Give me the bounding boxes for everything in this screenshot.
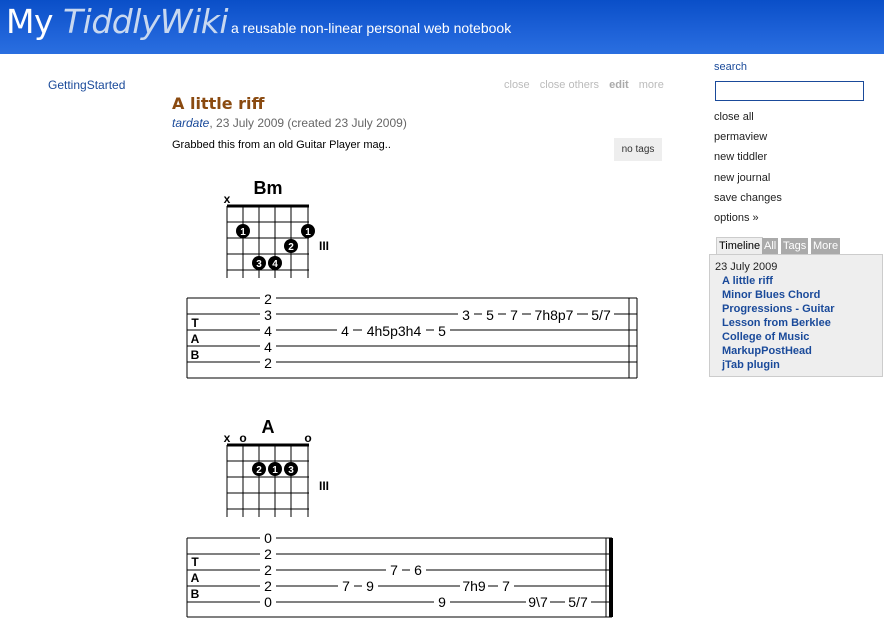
tab2-letters: T A B	[191, 555, 200, 601]
tab1-note: 5	[438, 323, 446, 339]
tab2-note: 2	[264, 578, 272, 594]
tab2-note: 7	[390, 562, 398, 578]
timeline-item[interactable]: MarkupPostHead	[722, 345, 812, 357]
chord2-finger: 1	[272, 465, 278, 476]
timeline-item[interactable]: jTab plugin	[722, 359, 780, 371]
tab1-note: 5	[486, 307, 494, 323]
tab-letter-b: B	[191, 348, 200, 362]
tab1-note: 3	[264, 307, 272, 323]
close-all-link[interactable]: close all	[714, 111, 754, 123]
tab-letter-a: A	[191, 571, 200, 585]
chord2-mute-mark: x	[224, 431, 231, 445]
tab1-note: 2	[264, 355, 272, 371]
chord1-name: Bm	[253, 178, 282, 198]
tab-letter-t: T	[191, 555, 199, 569]
timeline-item[interactable]: Minor Blues Chord	[722, 289, 820, 301]
tab1-note: 5/7	[591, 307, 611, 323]
save-changes-link[interactable]: save changes	[714, 192, 782, 204]
timeline-item[interactable]: A little riff	[722, 275, 773, 287]
tab2-note: 2	[264, 562, 272, 578]
tab-all[interactable]: All	[762, 238, 779, 254]
tab2-note: 5/7	[568, 594, 588, 610]
chord2-fingers: 2 1 3	[252, 462, 298, 476]
search-label: search	[714, 61, 748, 73]
chord1-finger: 1	[305, 227, 311, 238]
tab-more[interactable]: More	[811, 238, 841, 254]
timeline-date: 23 July 2009	[715, 261, 778, 273]
tab2-note: 6	[414, 562, 422, 578]
permaview-link[interactable]: permaview	[714, 131, 767, 143]
chord1-finger: 1	[240, 227, 246, 238]
tab-letter-a: A	[191, 332, 200, 346]
chord1-fret-label: III	[319, 239, 329, 253]
tab1-note: 4	[264, 323, 272, 339]
chord2-fret-label: III	[319, 479, 329, 493]
tab1-note: 4	[341, 323, 349, 339]
tab-tags[interactable]: Tags	[781, 238, 809, 254]
new-journal-link[interactable]: new journal	[714, 172, 770, 184]
tab-letter-t: T	[191, 316, 199, 330]
chord2-finger: 2	[256, 465, 262, 476]
tab2-note: 9	[438, 594, 446, 610]
tab2-note: 0	[264, 594, 272, 610]
tab-timeline[interactable]: Timeline	[716, 237, 764, 254]
tab2-note: 7h9	[462, 578, 486, 594]
tab1-note: 2	[264, 291, 272, 307]
tab2-note: 7	[342, 578, 350, 594]
chord2-open-mark: o	[304, 431, 311, 445]
search-input[interactable]	[715, 81, 864, 101]
tab-letter-b: B	[191, 587, 200, 601]
tab2-note: 2	[264, 546, 272, 562]
chord1-finger: 4	[272, 259, 278, 270]
tab1-notes: 2 3 4 4 2 4 4h5p3h4 5 3 5 7 7h8p7 5/7	[260, 291, 614, 371]
chord1-finger: 2	[288, 242, 294, 253]
timeline-item[interactable]: Lesson from Berklee	[722, 317, 831, 329]
options-link[interactable]: options »	[714, 212, 759, 224]
chord1-mute-mark: x	[224, 192, 231, 206]
tab1-note: 7	[510, 307, 518, 323]
chord1-finger: 3	[256, 259, 262, 270]
tab2-note: 9	[366, 578, 374, 594]
tab1-note: 4	[264, 339, 272, 355]
tab1-note: 3	[462, 307, 470, 323]
tab1-note: 7h8p7	[535, 307, 574, 323]
chord2-finger: 3	[288, 465, 294, 476]
timeline-item[interactable]: Progressions - Guitar	[722, 303, 834, 315]
chord2-open-mark: o	[239, 431, 246, 445]
tab1-note: 4h5p3h4	[367, 323, 422, 339]
chord2-fretboard	[226, 443, 309, 517]
new-tiddler-link[interactable]: new tiddler	[714, 151, 767, 163]
tab2-note: 9\7	[528, 594, 548, 610]
chord2-name: A	[262, 417, 275, 437]
tab2-note: 0	[264, 530, 272, 546]
tab2-note: 7	[502, 578, 510, 594]
tab1-letters: T A B	[191, 316, 200, 362]
timeline-item[interactable]: College of Music	[722, 331, 809, 343]
